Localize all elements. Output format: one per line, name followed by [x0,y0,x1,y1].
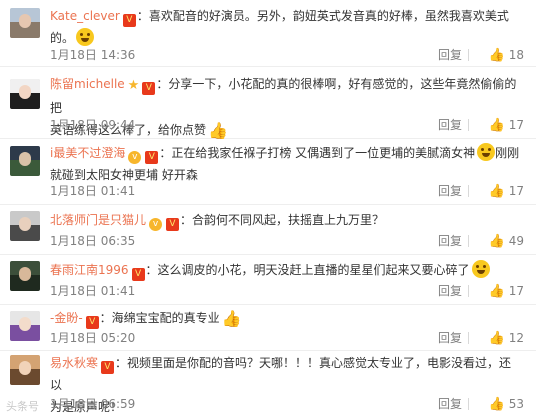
username-link[interactable]: 北落师门是只猫儿 [50,213,146,227]
divider [468,285,469,297]
like-button[interactable]: 👍 53 [478,396,524,413]
reply-button[interactable]: 回复 [438,47,462,63]
comment-time: 1月18日 14:36 [50,48,136,62]
comment-item: 北落师门是只猫儿 v V ：合韵何不同风起，扶摇直上九万里？ 1月18日 06:35 … [0,205,536,255]
comment-meta: 1月18日 06:35 回复 👍 49 [50,233,524,249]
like-button[interactable]: 👍 17 [478,117,524,134]
avatar[interactable] [10,8,40,38]
divider [468,185,469,197]
username-link[interactable]: 陈留michelle [50,77,125,91]
divider [468,235,469,247]
laugh-cry-emoji-icon [471,260,490,278]
comment-item: -金盼- V ：海绵宝宝配的真专业 👍 1月18日 05:20 回复 👍 12 [0,305,536,351]
thumbs-up-icon: 👍 [488,118,505,133]
comment-text-cont: 的。 [50,31,75,45]
comment-body: 春雨江南1996 V ：这么调皮的小花，明天没赶上直播的星星们起来又要心碎了 [50,259,520,281]
username-link[interactable]: 春雨江南1996 [50,263,129,277]
member-badge-icon: V [166,218,180,231]
like-count: 18 [508,48,524,62]
comment-text: ：喜欢配音的好演员。另外，韵妞英式发音真的好棒，虽然我喜欢美式 [136,9,509,23]
comment-time: 1月18日 05:20 [50,331,136,345]
comment-item: 春雨江南1996 V ：这么调皮的小花，明天没赶上直播的星星们起来又要心碎了 1月1… [0,255,536,305]
comment-text: ：合韵何不同风起，扶摇直上九万里？ [180,213,385,227]
comment-text: ：正在给我家任褓子打榜 又偶遇到了一位更埔的美腻滴女神 [159,146,476,160]
like-button[interactable]: 👍 17 [478,183,524,200]
like-count: 53 [508,397,524,411]
comment-meta: 1月18日 01:41 回复 👍 17 [50,283,524,299]
comment-body: 北落师门是只猫儿 v V ：合韵何不同风起，扶摇直上九万里？ [50,209,520,231]
thumbs-up-icon: 👍 [488,331,505,346]
comment-time: 1月18日 06:59 [50,397,136,411]
member-badge-icon: V [122,14,136,27]
comment-time: 1月18日 09:44 [50,118,136,132]
thumbs-up-icon: 👍 [488,284,505,299]
avatar[interactable] [10,211,40,241]
like-count: 49 [508,234,524,248]
reply-button[interactable]: 回复 [438,233,462,249]
watermark: 头条号 [6,400,39,413]
like-count: 17 [508,184,524,198]
comment-meta: 1月18日 06:59 回复 👍 53 [50,396,524,412]
comment-item: Kate_clever V ：喜欢配音的好演员。另外，韵妞英式发音真的好棒，虽然我喜… [0,0,536,67]
avatar[interactable] [10,146,40,176]
username-link[interactable]: -金盼- [50,311,83,325]
comment-meta: 1月18日 01:41 回复 👍 17 [50,183,524,199]
comment-item: 陈留michelle ★ V ：分享一下，小花配的真的很棒啊，好有感觉的，这些年竟然偷… [0,67,536,139]
like-button[interactable]: 👍 49 [478,233,524,250]
comment-text-tail: 刚刚 [495,146,520,160]
like-count: 12 [508,331,524,345]
like-button[interactable]: 👍 12 [478,330,524,347]
like-button[interactable]: 👍 18 [478,47,524,64]
member-badge-icon: V [85,316,99,329]
reply-button[interactable]: 回复 [438,183,462,199]
member-badge-icon: V [101,361,115,374]
comment-body: Kate_clever V ：喜欢配音的好演员。另外，韵妞英式发音真的好棒，虽然我喜… [50,5,520,49]
reply-button[interactable]: 回复 [438,283,462,299]
member-badge-icon: V [145,151,159,164]
reply-button[interactable]: 回复 [438,330,462,346]
comment-item: 易水秋寒 V ：视频里面是你配的音吗？天哪！！！真心感觉太专业了，电影没看过，还以 … [0,351,536,418]
avatar[interactable] [10,355,40,385]
comment-text: ：视频里面是你配的音吗？天哪！！！真心感觉太专业了，电影没看过，还以 [50,356,512,392]
comment-meta: 1月18日 05:20 回复 👍 12 [50,330,524,346]
username-link[interactable]: Kate_clever [50,9,120,23]
comment-text: ：海绵宝宝配的真专业 [99,311,220,325]
thumbs-up-icon: 👍 [488,397,505,412]
like-count: 17 [508,284,524,298]
comment-text-cont: 就碰到太阳女神更埔 好开森 [50,168,198,182]
divider [468,119,469,131]
thumbs-up-icon: 👍 [488,184,505,199]
avatar[interactable] [10,79,40,109]
comment-meta: 1月18日 09:44 回复 👍 17 [50,117,524,133]
vip-badge-icon: v [149,218,163,231]
smile-emoji-icon [76,28,95,46]
divider [468,49,469,61]
member-badge-icon: V [142,82,156,95]
comment-item: i最美不过澄海 v V ：正在给我家任褓子打榜 又偶遇到了一位更埔的美腻滴女神 刚刚 就… [0,139,536,205]
reply-button[interactable]: 回复 [438,396,462,412]
like-button[interactable]: 👍 17 [478,283,524,300]
comment-body: i最美不过澄海 v V ：正在给我家任褓子打榜 又偶遇到了一位更埔的美腻滴女神 刚刚 就… [50,142,520,186]
username-link[interactable]: i最美不过澄海 [50,146,125,160]
laugh-emoji-icon [477,143,496,161]
divider [468,398,469,410]
member-badge-icon: V [131,268,145,281]
comment-time: 1月18日 01:41 [50,284,136,298]
comment-time: 1月18日 06:35 [50,234,136,248]
comment-time: 1月18日 01:41 [50,184,136,198]
avatar[interactable] [10,261,40,291]
avatar[interactable] [10,311,40,341]
comment-body: -金盼- V ：海绵宝宝配的真专业 👍 [50,307,520,329]
thumbs-up-icon: 👍 [488,234,505,249]
comment-meta: 1月18日 14:36 回复 👍 18 [50,47,524,63]
comment-text: ：这么调皮的小花，明天没赶上直播的星星们起来又要心碎了 [145,263,470,277]
star-icon: ★ [127,78,140,93]
reply-button[interactable]: 回复 [438,117,462,133]
divider [468,332,469,344]
like-count: 17 [508,118,524,132]
thumbs-up-icon: 👍 [488,48,505,63]
username-link[interactable]: 易水秋寒 [50,356,98,370]
thumbs-up-emoji-icon: 👍 [221,309,242,328]
vip-badge-icon: v [128,151,142,164]
